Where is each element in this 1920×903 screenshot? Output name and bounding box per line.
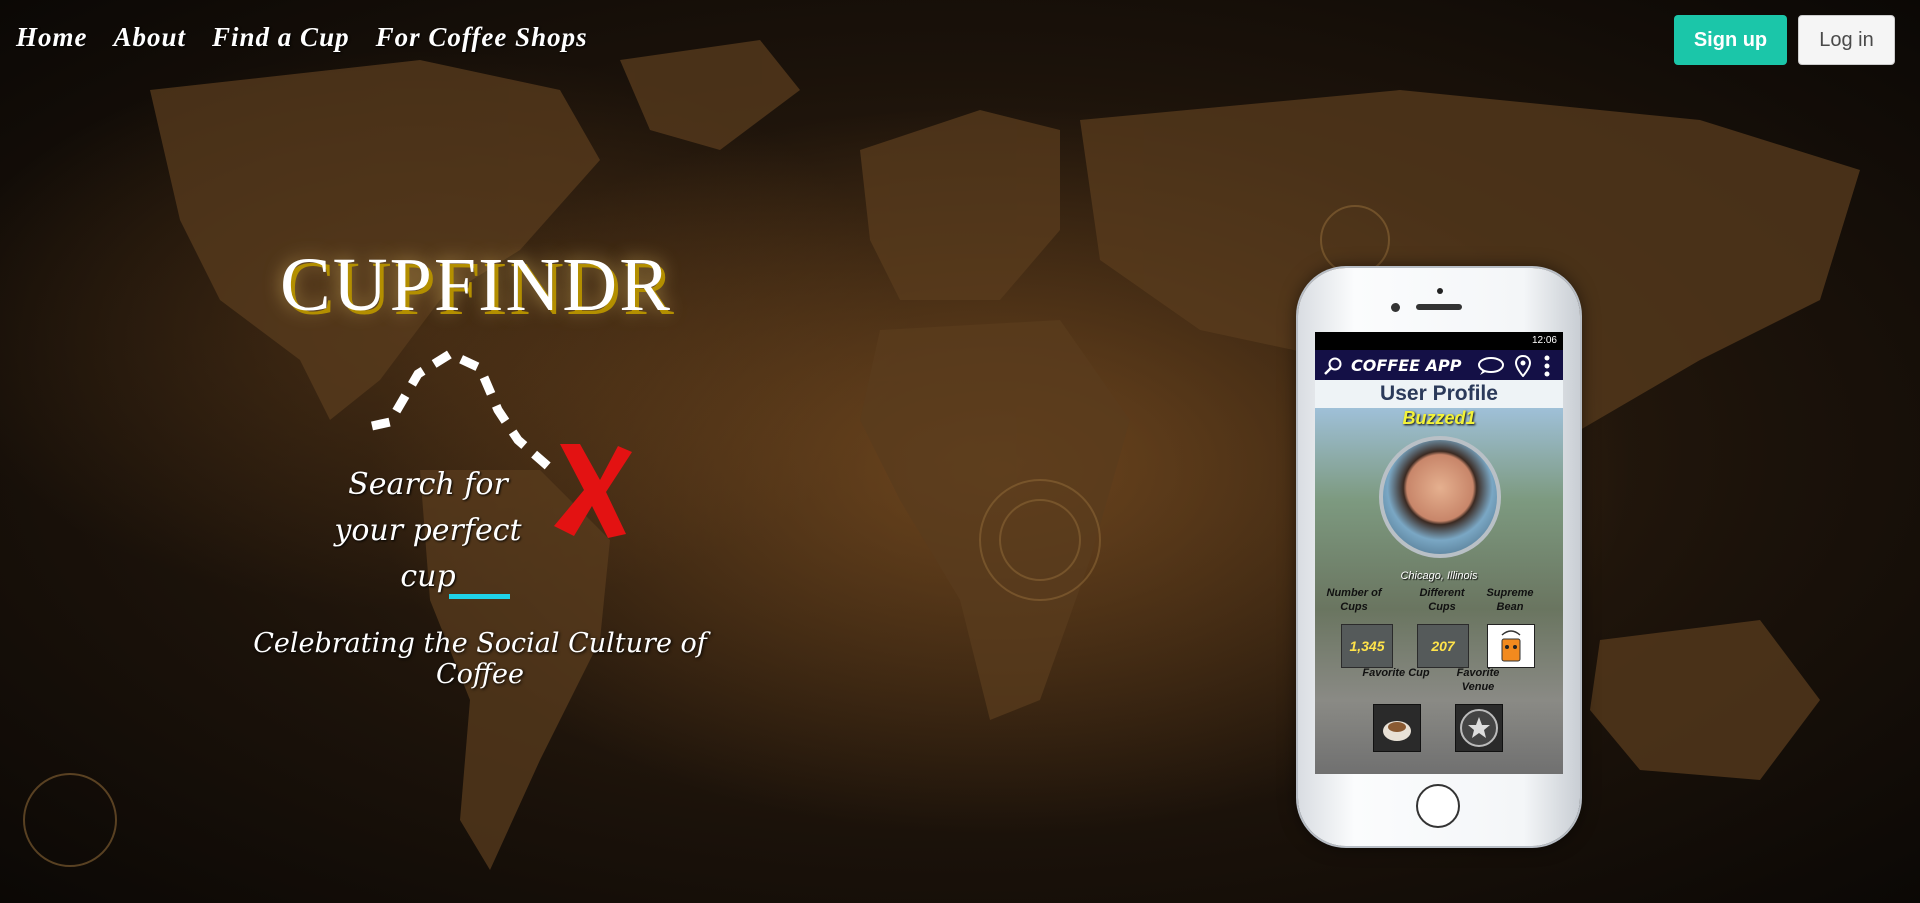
phone-camera xyxy=(1391,303,1400,312)
status-time: 12:06 xyxy=(1531,335,1557,346)
hero-tagline: Celebrating the Social Culture of Coffee xyxy=(253,628,707,690)
nav-coffee-shops-link[interactable]: For Coffee Shops xyxy=(376,22,588,53)
world-map-background xyxy=(0,0,1920,903)
stat-label-cups: Number of Cups xyxy=(1326,587,1382,613)
phone-speaker xyxy=(1416,304,1462,310)
login-button[interactable]: Log in xyxy=(1798,15,1895,65)
nav-find-cup-link[interactable]: Find a Cup xyxy=(212,22,350,53)
stat-different-value: 207 xyxy=(1417,624,1469,668)
app-bar: COFFEE APP xyxy=(1315,350,1563,380)
phone-sensor xyxy=(1437,288,1443,294)
phone-status-bar: 12:06 xyxy=(1315,332,1563,350)
main-nav: Home About Find a Cup For Coffee Shops xyxy=(16,22,588,53)
avatar xyxy=(1379,436,1501,558)
more-vert-icon xyxy=(1544,355,1550,377)
supreme-bean-icon xyxy=(1487,624,1535,668)
search-tagline: Search for your perfect cup xyxy=(318,462,538,600)
search-line-2: your perfect cup xyxy=(334,513,522,594)
fav-venue-label: Favorite Venue xyxy=(1456,667,1500,693)
red-x-mark-icon xyxy=(554,444,632,538)
dashed-trail-path xyxy=(371,348,553,470)
phone-mockup: 12:06 COFFEE APP User Profile Buzzed1 Ch… xyxy=(1298,268,1580,846)
phone-screen: 12:06 COFFEE APP User Profile Buzzed1 Ch… xyxy=(1315,332,1563,774)
fav-cup-label: Favorite Cup xyxy=(1362,667,1430,679)
search-line-1: Search for xyxy=(348,467,508,502)
profile-location: Chicago, Illinois xyxy=(1400,570,1478,582)
logo-title: CUPFINDR xyxy=(280,243,672,327)
favorite-venue-icon xyxy=(1455,704,1503,752)
stat-label-bean: Supreme Bean xyxy=(1486,587,1534,613)
chat-icon xyxy=(1478,357,1504,375)
search-icon xyxy=(1324,357,1342,375)
favorite-cup-icon xyxy=(1373,704,1421,752)
profile-username: Buzzed1 xyxy=(1402,408,1476,428)
stat-label-different: Different Cups xyxy=(1419,587,1465,613)
signup-button[interactable]: Sign up xyxy=(1674,15,1787,65)
nav-home-link[interactable]: Home xyxy=(16,22,88,53)
stat-cups-value: 1,345 xyxy=(1341,624,1393,668)
phone-home-button xyxy=(1416,784,1460,828)
location-pin-icon xyxy=(1515,355,1531,377)
app-title: COFFEE APP xyxy=(1351,356,1462,375)
accent-divider xyxy=(449,594,510,599)
nav-about-link[interactable]: About xyxy=(114,22,187,53)
profile-body: Buzzed1 Chicago, Illinois Number of Cups… xyxy=(1315,408,1563,774)
profile-title: User Profile xyxy=(1315,380,1563,408)
